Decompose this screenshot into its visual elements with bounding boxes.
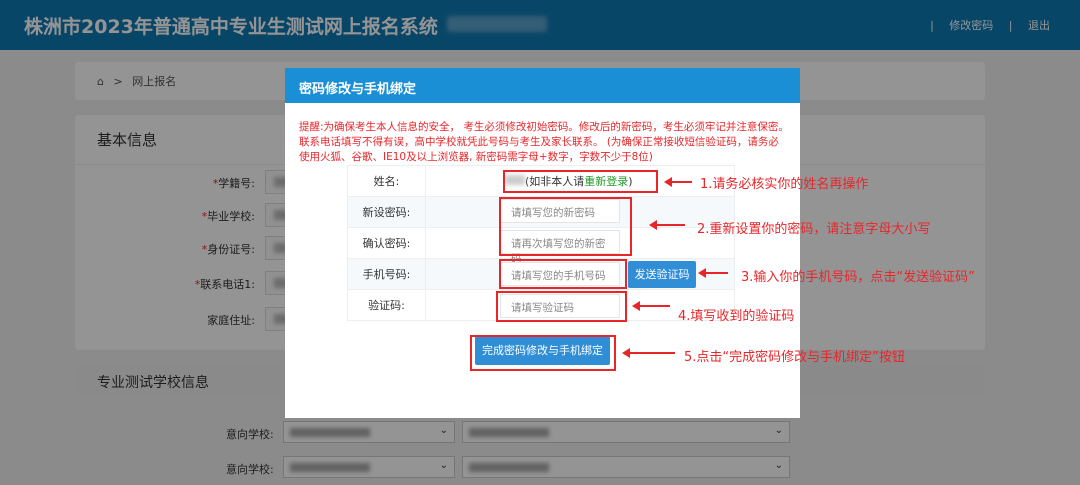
annotation-box xyxy=(499,197,632,256)
arrow-icon xyxy=(632,301,670,311)
arrow-icon xyxy=(622,348,675,358)
annotation-box xyxy=(470,335,616,371)
annotation-2: 2.重新设置你的密码，请注意字母大小写 xyxy=(697,222,931,237)
modal-title: 密码修改与手机绑定 xyxy=(285,68,800,103)
annotation-box xyxy=(496,291,627,322)
annotation-box xyxy=(499,259,627,289)
annotation-4: 4.填写收到的验证码 xyxy=(678,309,795,324)
annotation-3: 3.输入你的手机号码，点击“发送验证码” xyxy=(741,270,975,285)
warning-text: 提醒:为确保考生本人信息的安全， 考生必须修改初始密码。修改后的新密码，考生必须… xyxy=(299,121,789,163)
name-label: 姓名: xyxy=(347,165,426,197)
arrow-icon xyxy=(649,220,685,230)
arrow-icon xyxy=(698,268,728,278)
annotation-box xyxy=(503,170,658,193)
confirm-password-label: 确认密码: xyxy=(347,227,426,259)
phone-label: 手机号码: xyxy=(347,258,426,290)
send-code-button[interactable]: 发送验证码 xyxy=(628,261,696,288)
arrow-icon xyxy=(664,177,692,187)
annotation-1: 1.请务必核实你的姓名再操作 xyxy=(700,177,869,192)
annotation-5: 5.点击“完成密码修改与手机绑定”按钮 xyxy=(684,350,905,365)
new-password-label: 新设密码: xyxy=(347,196,426,228)
code-label: 验证码: xyxy=(347,289,426,321)
